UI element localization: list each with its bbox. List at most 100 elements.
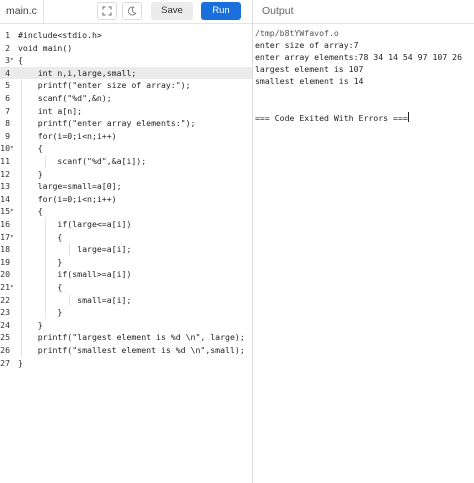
code-line[interactable]: 1 #include<stdio.h> [0,29,252,42]
line-number: 11 [0,156,10,166]
run-button[interactable]: Run [201,2,241,20]
code-line[interactable]: 21 ▾ { [0,281,252,294]
code-line[interactable]: 2 void main() [0,42,252,55]
code-line[interactable]: 20 if(small>=a[i]) [0,268,252,281]
code-text: large=a[i]; [18,244,132,255]
line-number: 21 [0,282,10,292]
code-text: } [18,319,43,330]
code-text: } [18,168,43,179]
code-text: #include<stdio.h> [18,30,102,40]
line-number: 13 [0,181,10,192]
file-tab[interactable]: main.c [0,0,44,23]
expand-button[interactable] [97,2,117,20]
fold-toggle-icon[interactable]: ▾ [10,205,16,218]
fold-toggle-icon[interactable]: ▾ [10,281,16,294]
line-number: 12 [0,168,10,179]
theme-toggle-button[interactable] [122,2,142,20]
code-line[interactable]: 9 for(i=0;i<n;i++) [0,130,252,143]
line-number: 3 [5,55,10,66]
code-line[interactable]: 8 printf("enter array elements:"); [0,117,252,130]
code-line[interactable]: 19 } [0,256,252,269]
code-line[interactable]: 14 for(i=0;i<n;i++) [0,193,252,206]
line-number: 5 [5,80,10,91]
line-number: 2 [5,42,10,53]
code-line[interactable]: 6 scanf("%d",&n); [0,92,252,105]
code-text: int a[n]; [18,105,83,116]
line-number: 19 [0,256,10,267]
code-text: void main() [18,42,73,53]
exit-message: === Code Exited With Errors === [255,113,408,123]
line-number: 17 [0,231,10,242]
output-title: Output [262,5,294,17]
code-line[interactable]: 16 if(large<=a[i]) [0,218,252,231]
code-line[interactable]: 12 } [0,168,252,181]
toolbar: main.c Save Run Output [0,0,474,24]
code-text: printf("largest element is %d \n", large… [18,332,245,343]
code-line[interactable]: 11 scanf("%d",&a[i]); [0,155,252,168]
fold-toggle-icon[interactable]: ▾ [10,231,16,244]
code-line[interactable]: 23 } [0,306,252,319]
code-line[interactable]: 4 int n,i,large,small; [0,66,252,80]
code-text: small=a[i]; [18,294,132,305]
line-number: 1 [5,30,10,40]
code-line[interactable]: 10 ▾ { [0,142,252,155]
output-line-1: enter size of array:7 [255,40,359,50]
code-text: printf("enter array elements:"); [18,118,196,129]
code-line[interactable]: 25 printf("largest element is %d \n", la… [0,331,252,344]
code-text: { [18,282,63,292]
pane-divider[interactable] [252,0,253,483]
code-text: { [18,231,63,242]
output-line-3: largest element is 107 [255,64,364,74]
code-line[interactable]: 3 ▾{ [0,54,252,67]
code-line[interactable]: 7 int a[n]; [0,105,252,118]
line-number: 23 [0,307,10,318]
code-text: int n,i,large,small; [18,67,137,78]
code-text: { [18,143,43,154]
code-line[interactable]: 18 large=a[i]; [0,243,252,256]
save-button[interactable]: Save [151,2,193,20]
line-number: 18 [0,244,10,255]
line-number: 9 [5,130,10,141]
code-text: } [18,256,63,267]
code-line[interactable]: 13 large=small=a[0]; [0,180,252,193]
line-number: 26 [0,345,10,355]
code-text: if(large<=a[i]) [18,219,132,229]
line-number: 24 [0,319,10,330]
code-line[interactable]: 24 } [0,319,252,332]
line-number: 8 [5,118,10,129]
line-number: 7 [5,105,10,116]
code-text: { [18,206,43,217]
fold-toggle-icon[interactable]: ▾ [10,142,16,155]
line-number: 20 [0,269,10,280]
output-line-2: enter array elements:78 34 14 54 97 107 … [255,52,463,62]
code-text: printf("smallest element is %d \n",small… [18,345,245,355]
line-number: 6 [5,93,10,103]
text-cursor [407,112,409,122]
code-text: for(i=0;i<n;i++) [18,130,117,141]
line-number: 10 [0,143,10,154]
code-editor[interactable]: 1 #include<stdio.h> 2 void main() 3 ▾{4 int n… [0,24,252,483]
code-text: scanf("%d",&a[i]); [18,156,147,166]
code-line[interactable]: 15 ▾ { [0,205,252,218]
code-line[interactable]: 27} [0,357,252,370]
moon-icon [128,6,137,16]
output-line-4: smallest element is 14 [255,76,364,86]
code-line[interactable]: 26 printf("smallest element is %d \n",sm… [0,344,252,357]
line-number: 16 [0,219,10,229]
code-text: large=small=a[0]; [18,181,122,192]
code-text: { [18,55,23,66]
output-path: /tmp/b8tYWfavof.o [255,28,339,38]
line-number: 14 [0,193,10,204]
line-number: 25 [0,332,10,343]
code-line[interactable]: 5 printf("enter size of array:"); [0,79,252,92]
expand-icon [102,6,112,16]
output-panel: /tmp/b8tYWfavof.o enter size of array:7 … [254,24,474,483]
code-line[interactable]: 17 ▾ { [0,231,252,244]
code-text: } [18,307,63,318]
code-line[interactable]: 22 small=a[i]; [0,294,252,307]
code-text: scanf("%d",&n); [18,93,112,103]
fold-toggle-icon[interactable]: ▾ [10,54,16,67]
line-number: 22 [0,294,10,305]
line-number: 15 [0,206,10,217]
output-exit-line: === Code Exited With Errors === [255,112,409,124]
